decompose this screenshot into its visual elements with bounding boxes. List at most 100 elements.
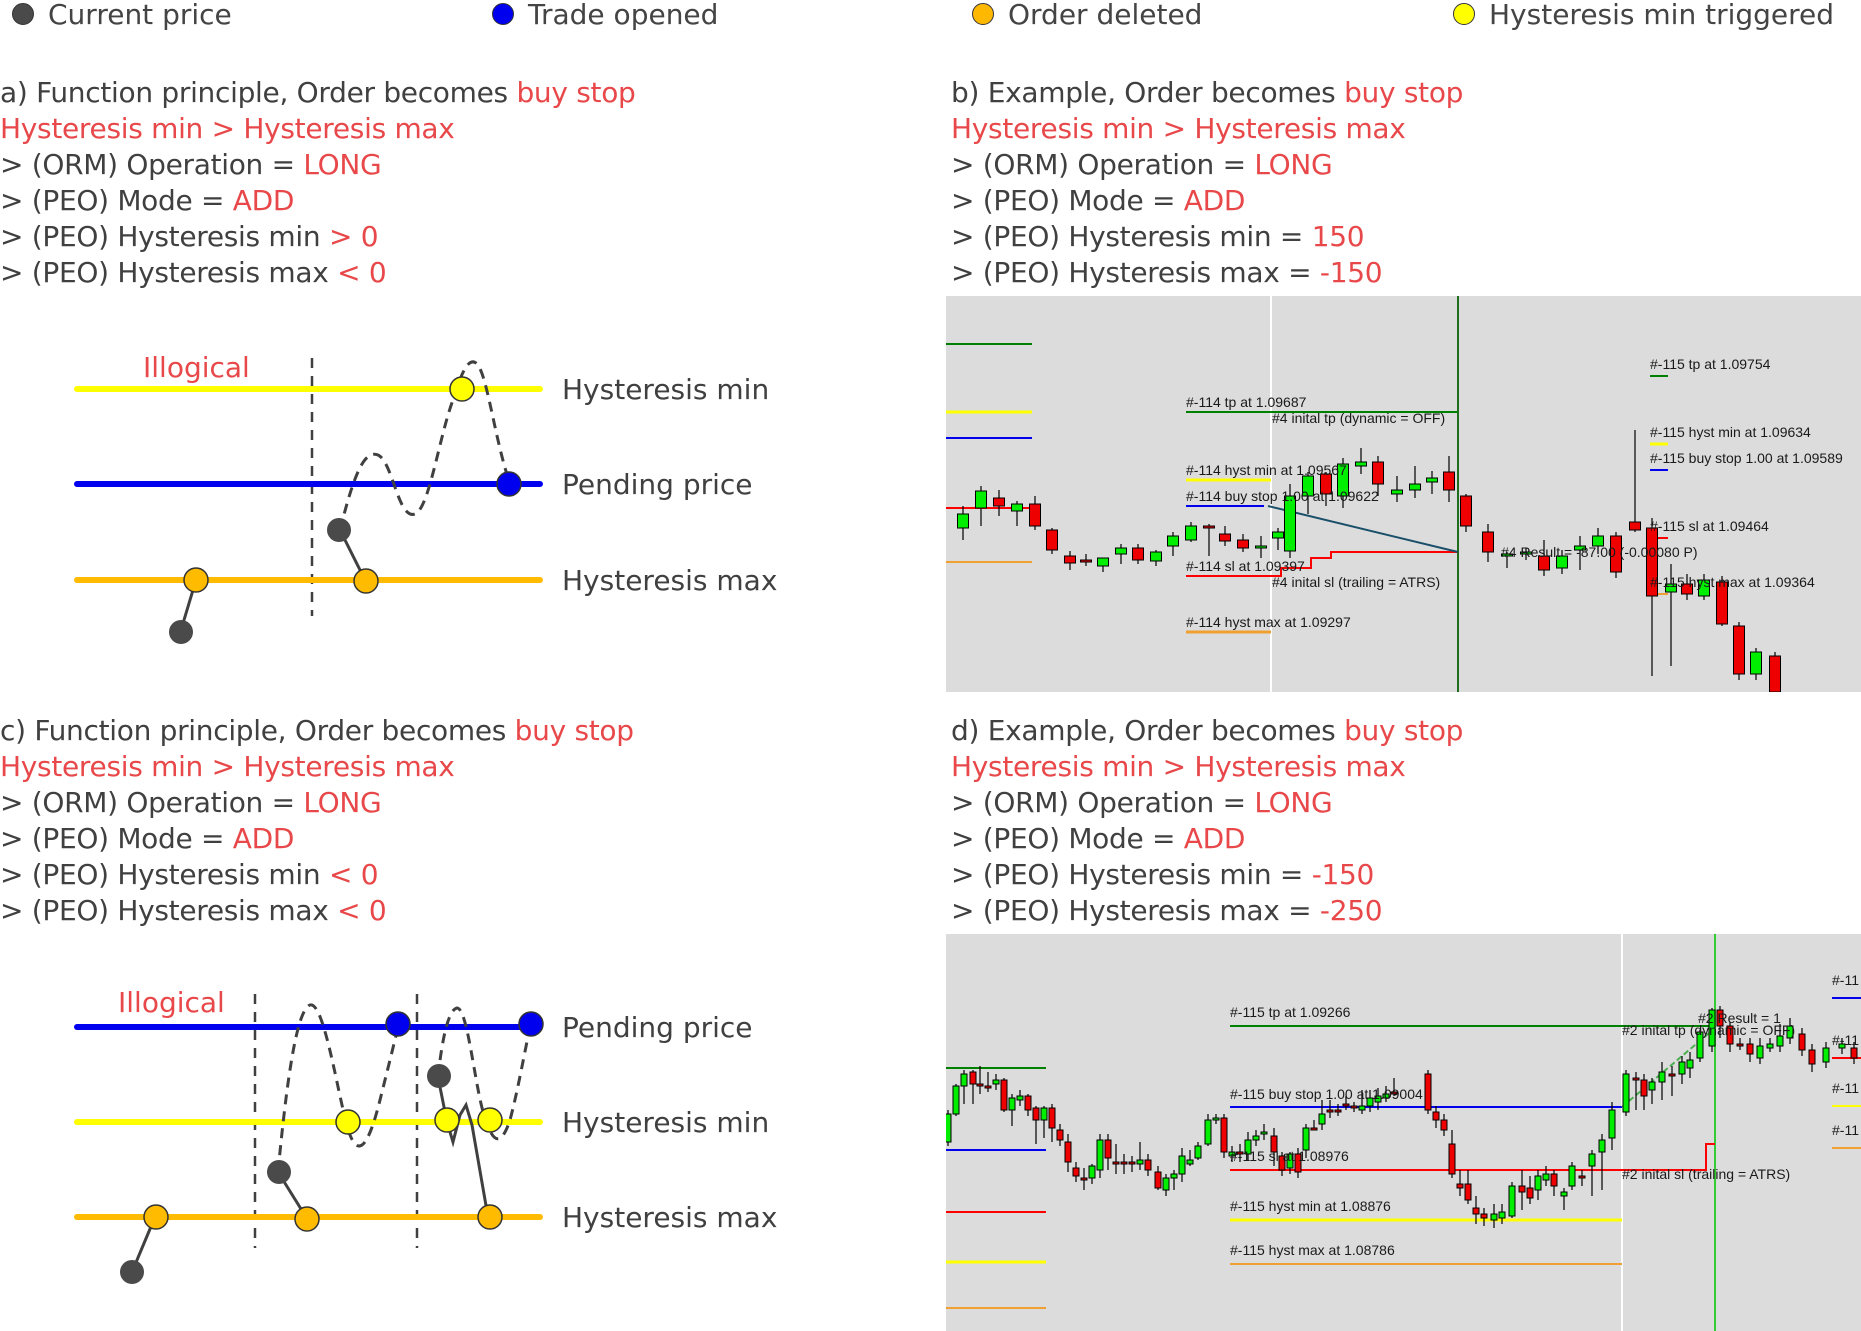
candle: [992, 1079, 1000, 1085]
panel-title: c) Function principle, Order becomes buy…: [0, 713, 634, 749]
candle: [1064, 555, 1076, 564]
candle: [1029, 503, 1041, 527]
label-hyst-min-115: #-115 hyst min at 1.09634: [1650, 424, 1811, 440]
candle: [1284, 495, 1296, 552]
parameter-value: ADD: [232, 184, 295, 217]
label-hyst-max-114: #-114 hyst max at 1.09297: [1186, 614, 1351, 630]
candle: [1032, 1107, 1040, 1121]
label-sl-114: #-114 sl at 1.09397: [1186, 558, 1305, 574]
candle: [1046, 529, 1058, 551]
trade-opened-marker: [385, 1011, 411, 1037]
candle: [1678, 1061, 1686, 1075]
label-buy-stop-115: #-115 buy stop 1.00 at 1.09004: [1230, 1086, 1423, 1102]
candle: [1167, 535, 1179, 547]
candle: [1518, 1185, 1526, 1193]
candle: [1622, 1073, 1630, 1113]
condition-text: Hysteresis min > Hysteresis max: [0, 112, 455, 145]
parameter-line: > (PEO) Hysteresis min = 150: [951, 219, 1463, 255]
candle: [1798, 1033, 1806, 1051]
title-highlight: buy stop: [514, 714, 634, 747]
candle: [1150, 551, 1162, 562]
candle: [1178, 1155, 1186, 1175]
candle: [1302, 1127, 1310, 1151]
candle: [1056, 1129, 1064, 1141]
candle: [1668, 1073, 1676, 1077]
line-label-hysteresis-min: Hysteresis min: [562, 373, 769, 406]
label-result-2: #2 Result = 1: [1698, 1010, 1781, 1026]
candle: [1424, 1073, 1432, 1111]
candle: [1733, 625, 1745, 675]
label-result-4: #4 Result = -87.00 (-0.00080 P): [1501, 544, 1698, 560]
candle: [1686, 1059, 1694, 1069]
label-tp-115: #-115 tp at 1.09266: [1230, 1004, 1351, 1020]
parameter-label: > (PEO) Hysteresis min =: [951, 858, 1312, 891]
label-initial-tp-4: #4 inital tp (dynamic = OFF): [1272, 410, 1446, 426]
parameter-value: ADD: [232, 822, 295, 855]
parameter-label: > (PEO) Mode =: [951, 184, 1184, 217]
hysteresis-min-triggered-marker: [449, 376, 475, 402]
price-path-solid: [436, 1076, 490, 1218]
diagram-a: Illogical Hysteresis min Pending price H…: [74, 351, 777, 644]
candle: [1112, 1161, 1120, 1165]
line-label-hysteresis-max: Hysteresis max: [562, 1201, 777, 1234]
current-price-marker: [267, 1160, 291, 1184]
label-buy-stop-114: #-114 buy stop 1.00 at 1.09622: [1186, 488, 1379, 504]
legend-item: Order deleted: [972, 0, 1202, 34]
candle: [1432, 1111, 1440, 1121]
parameter-value: -150: [1311, 858, 1375, 891]
condition-text: Hysteresis min > Hysteresis max: [951, 750, 1406, 783]
label-sl-115: #-115 sl at 1.09464: [1650, 518, 1769, 534]
parameter-line: > (PEO) Hysteresis max < 0: [0, 893, 634, 929]
candle: [1756, 1045, 1764, 1059]
candle: [1096, 1139, 1104, 1171]
trade-connector-line: [1267, 505, 1459, 553]
label-truncated: #-11: [1832, 1032, 1859, 1048]
legend-label: Trade opened: [528, 0, 719, 31]
parameter-value: LONG: [303, 786, 382, 819]
candle: [957, 513, 969, 529]
order-deleted-marker: [477, 1204, 503, 1230]
candle: [976, 1083, 984, 1087]
candle: [1358, 1105, 1366, 1111]
line-label-hysteresis-max: Hysteresis max: [562, 564, 777, 597]
parameter-line: > (PEO) Mode = ADD: [0, 821, 634, 857]
candle: [1746, 1043, 1754, 1055]
illogical-label: Illogical: [118, 986, 225, 1019]
label-hyst-min-115: #-115 hyst min at 1.08876: [1230, 1198, 1391, 1214]
parameter-label: > (PEO) Hysteresis min =: [951, 220, 1312, 253]
candle: [1490, 1213, 1498, 1221]
label-tp-115: #-115 tp at 1.09754: [1650, 356, 1771, 372]
candle: [1260, 1131, 1268, 1135]
panel-title: a) Function principle, Order becomes buy…: [0, 75, 636, 111]
candle: [993, 497, 1005, 507]
candle: [1568, 1165, 1576, 1187]
candle: [1472, 1207, 1480, 1215]
parameter-line: > (PEO) Hysteresis min = -150: [951, 857, 1463, 893]
condition-text: Hysteresis min > Hysteresis max: [0, 750, 455, 783]
candle: [1040, 1107, 1048, 1121]
candle: [1326, 1109, 1334, 1113]
parameter-line: > (PEO) Mode = ADD: [951, 183, 1463, 219]
candle: [1508, 1185, 1516, 1217]
candle: [1220, 1117, 1228, 1153]
example-chart-b: #-114 tp at 1.09687 #4 inital tp (dynami…: [946, 296, 1861, 692]
hysteresis-min-triggered-marker: [477, 1107, 503, 1133]
diagram-c: Illogical Pending price Hysteresis min H…: [74, 986, 777, 1284]
panel-c-description: c) Function principle, Order becomes buy…: [0, 713, 634, 929]
panel-title: b) Example, Order becomes buy stop: [951, 75, 1463, 111]
candle: [1350, 1105, 1358, 1109]
candle: [1588, 1153, 1596, 1167]
candle: [1629, 521, 1641, 531]
candle: [1088, 1165, 1096, 1179]
candle: [1204, 1119, 1212, 1145]
parameter-label: > (PEO) Hysteresis min: [0, 858, 329, 891]
label-buy-stop-115: #-115 buy stop 1.00 at 1.09589: [1650, 450, 1843, 466]
legend-item: Hysteresis min triggered: [1453, 0, 1834, 34]
candle: [960, 1073, 968, 1087]
label-initial-sl-4: #4 inital sl (trailing = ATRS): [1272, 574, 1441, 590]
candle: [1482, 531, 1494, 553]
candle: [1736, 1043, 1744, 1047]
title-highlight: buy stop: [516, 76, 636, 109]
candle: [1498, 1211, 1506, 1219]
title-highlight: buy stop: [1344, 76, 1464, 109]
